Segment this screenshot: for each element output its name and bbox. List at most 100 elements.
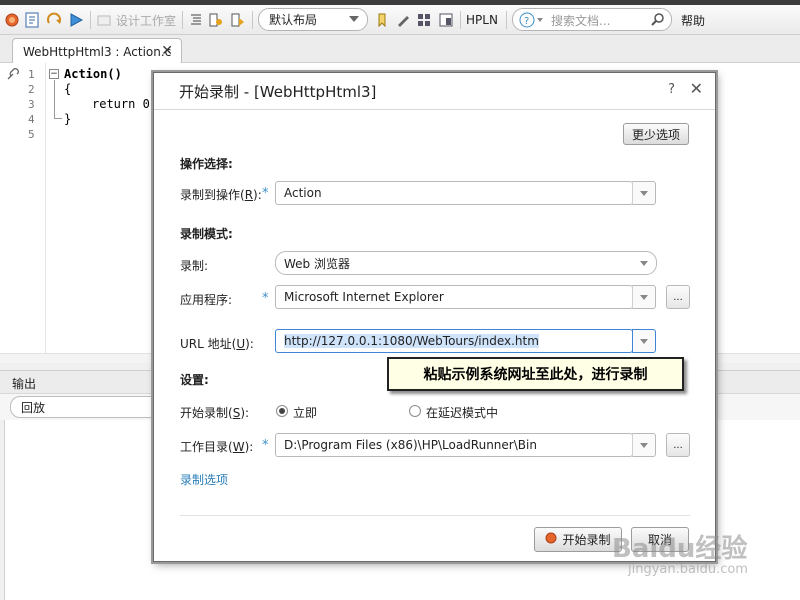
- tab-title: WebHttpHtml3 : Action.c: [23, 44, 172, 59]
- working-directory-browse-button[interactable]: ...: [666, 433, 690, 457]
- toolbar-separator: [460, 11, 461, 29]
- line-number: 1: [28, 68, 35, 81]
- url-address-value: http://127.0.0.1:1080/WebTours/index.htm: [284, 334, 539, 348]
- working-directory-label: 工作目录(W):: [180, 440, 254, 454]
- help-menu[interactable]: 帮助: [681, 5, 705, 35]
- correlate-icon: [230, 12, 246, 28]
- hpln-button[interactable]: HPLN: [466, 5, 498, 35]
- replay-combo[interactable]: 回放: [10, 396, 170, 418]
- toolbar-separator: [182, 11, 183, 29]
- url-address-field[interactable]: http://127.0.0.1:1080/WebTours/index.htm: [275, 329, 633, 353]
- editor-gutter: 1 2 3 4 5: [0, 63, 46, 353]
- search-icon: [651, 12, 665, 29]
- line-number: 2: [28, 83, 35, 96]
- toolbar-separator: [506, 11, 507, 29]
- design-workspace-button[interactable]: 设计工作室: [96, 5, 176, 35]
- replay-icon: [46, 12, 62, 28]
- code-line: Action(): [64, 67, 122, 81]
- start-recording-button-label: 开始录制: [562, 533, 611, 547]
- record-icon: [545, 532, 557, 547]
- toolbar-separator: [90, 11, 91, 29]
- start-delayed-radio[interactable]: [409, 405, 421, 417]
- code-line: {: [64, 82, 72, 96]
- fold-guide: [54, 80, 55, 118]
- fold-toggle[interactable]: −: [49, 69, 59, 79]
- chevron-down-icon: [349, 16, 359, 22]
- replay-toolbar-button[interactable]: [46, 5, 62, 35]
- chevron-down-icon[interactable]: [632, 433, 656, 457]
- start-now-radio[interactable]: [276, 405, 288, 417]
- design-icon: [96, 12, 112, 28]
- compile-icon: [24, 12, 40, 28]
- dialog-title: 开始录制 - [WebHttpHtml3]: [179, 83, 377, 101]
- start-recording-button[interactable]: 开始录制: [534, 527, 622, 552]
- outline-toolbar-button[interactable]: [188, 5, 204, 35]
- line-number: 4: [28, 113, 35, 126]
- fewer-options-button[interactable]: 更少选项: [623, 123, 689, 145]
- help-circle-icon: ?: [519, 12, 545, 31]
- application-field[interactable]: Microsoft Internet Explorer: [275, 285, 633, 309]
- code-line: return 0;: [92, 97, 158, 111]
- record-type-value: Web 浏览器: [284, 256, 350, 271]
- grid-toolbar-button[interactable]: [416, 5, 432, 35]
- section-record-mode: 录制模式:: [180, 227, 233, 241]
- record-type-select[interactable]: Web 浏览器: [275, 251, 657, 275]
- close-icon[interactable]: ✕: [690, 79, 703, 98]
- window-icon: [438, 12, 454, 28]
- parameter-icon: [208, 12, 224, 28]
- watermark-brand: Baidu经验: [612, 534, 748, 564]
- bookmark-toolbar-button[interactable]: [374, 5, 390, 35]
- record-into-action-value: Action: [284, 186, 322, 200]
- line-number: 5: [28, 128, 35, 141]
- grid-icon: [416, 12, 432, 28]
- section-settings: 设置:: [180, 373, 209, 387]
- layout-combo[interactable]: 默认布局: [258, 8, 368, 31]
- start-delayed-label: 在延迟模式中: [426, 406, 499, 420]
- record-into-label: 录制到操作(R):: [180, 188, 262, 202]
- working-directory-field[interactable]: D:\Program Files (x86)\HP\LoadRunner\Bin: [275, 433, 633, 457]
- start-now-label: 立即: [293, 406, 318, 420]
- recording-options-link[interactable]: 录制选项: [180, 471, 228, 488]
- required-asterisk: *: [262, 186, 269, 201]
- required-asterisk: *: [262, 291, 269, 306]
- required-asterisk: *: [262, 438, 269, 453]
- document-tab-bar: WebHttpHtml3 : Action.c ✕: [0, 35, 800, 64]
- compile-toolbar-button[interactable]: [24, 5, 40, 35]
- correlate-toolbar-button[interactable]: [230, 5, 246, 35]
- layout-combo-value: 默认布局: [269, 13, 318, 27]
- record-into-action-field[interactable]: Action: [275, 181, 633, 205]
- output-title: 输出: [12, 377, 37, 391]
- start-recording-dialog: 开始录制 - [WebHttpHtml3] ? ✕ 更少选项 操作选择: 录制到…: [153, 72, 716, 562]
- working-directory-value: D:\Program Files (x86)\HP\LoadRunner\Bin: [284, 438, 537, 452]
- application-label: 应用程序:: [180, 293, 233, 307]
- window-toolbar-button[interactable]: [438, 5, 454, 35]
- brush-toolbar-button[interactable]: [395, 5, 411, 35]
- search-input[interactable]: ? 搜索文档...: [512, 8, 672, 31]
- footer-divider: [180, 515, 690, 516]
- toolbar-separator: [252, 11, 253, 29]
- parameter-toolbar-button[interactable]: [208, 5, 224, 35]
- fold-guide: [54, 118, 62, 119]
- bookmark-icon: [374, 12, 390, 28]
- annotation-callout: 粘贴示例系统网址至此处，进行录制: [387, 357, 684, 391]
- chevron-down-icon[interactable]: [632, 329, 656, 353]
- chevron-down-icon[interactable]: [632, 181, 656, 205]
- code-line: }: [64, 112, 72, 126]
- replay-combo-value: 回放: [21, 400, 46, 415]
- application-value: Microsoft Internet Explorer: [284, 290, 444, 304]
- chevron-down-icon: [640, 261, 648, 266]
- close-icon[interactable]: ✕: [161, 43, 173, 59]
- design-workspace-label: 设计工作室: [116, 13, 177, 28]
- application-browse-button[interactable]: ...: [666, 285, 690, 309]
- link-icon: [6, 67, 20, 84]
- play-icon: [68, 12, 84, 28]
- main-toolbar: 设计工作室 默认布局 HPLN ? 搜索文档... 帮助: [0, 5, 800, 35]
- run-toolbar-button[interactable]: [68, 5, 84, 35]
- record-toolbar-button[interactable]: [4, 5, 20, 35]
- title-divider: [154, 109, 715, 110]
- outline-icon: [188, 12, 204, 28]
- record-label: 录制:: [180, 259, 209, 273]
- tab-action-c[interactable]: WebHttpHtml3 : Action.c ✕: [12, 38, 182, 64]
- chevron-down-icon[interactable]: [632, 285, 656, 309]
- help-icon[interactable]: ?: [668, 82, 675, 97]
